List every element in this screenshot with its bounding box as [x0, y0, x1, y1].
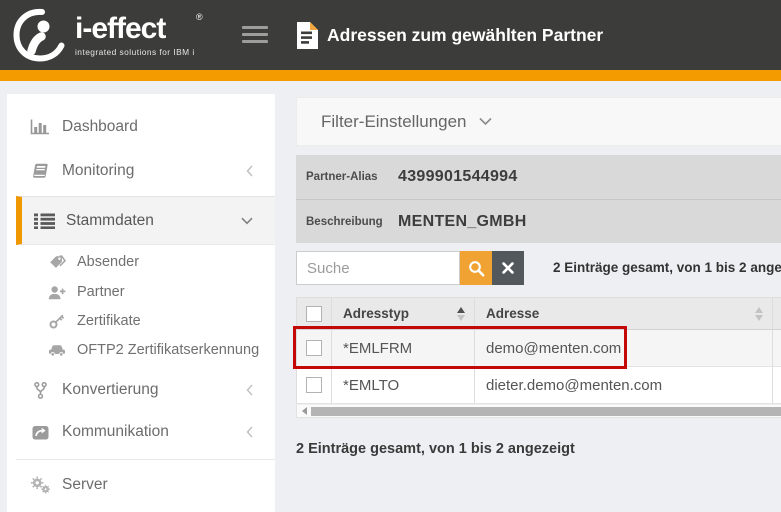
column-label: Adresstyp	[343, 306, 409, 321]
column-header-extra	[773, 298, 781, 329]
sidebar-item-kommunikation[interactable]: Kommunikation	[7, 417, 275, 447]
results-summary-top: 2 Einträge gesamt, von 1 bis 2 angezeigt	[553, 260, 781, 275]
chevron-left-icon	[246, 165, 253, 177]
adresstyp-cell: *EMLTO	[332, 367, 475, 403]
tags-icon	[48, 255, 66, 270]
key-icon	[48, 313, 66, 329]
beschreibung-row: Beschreibung MENTEN_GMBH	[296, 199, 781, 243]
close-icon	[502, 262, 514, 274]
sidebar-item-dashboard[interactable]: Dashboard	[7, 112, 275, 142]
scrollbar-thumb[interactable]	[311, 407, 781, 416]
i-effect-logo-mark	[12, 7, 66, 63]
sidebar-item-monitoring[interactable]: Monitoring	[7, 156, 275, 186]
column-header-adresse[interactable]: Adresse	[475, 298, 773, 329]
sidebar-item-zertifikate[interactable]: Zertifikate	[7, 307, 275, 335]
sidebar-item-label: Kommunikation	[62, 423, 169, 441]
sidebar-divider	[16, 459, 275, 460]
i-effect-logo[interactable]: i-effect ® integrated solutions for IBM …	[12, 7, 205, 63]
list-icon	[32, 213, 56, 229]
table-row[interactable]: *EMLFRM demo@menten.com	[297, 330, 781, 367]
partner-info-panel: Partner-Alias 4399901544994 Beschreibung…	[296, 155, 781, 243]
partner-alias-row: Partner-Alias 4399901544994	[296, 155, 781, 199]
scrollbar-left-arrow-icon[interactable]	[297, 407, 311, 415]
chevron-down-icon	[479, 117, 492, 126]
sidebar-item-label: Partner	[77, 284, 125, 300]
sort-asc-icon	[457, 307, 465, 321]
row-checkbox[interactable]	[306, 340, 322, 356]
row-select-cell	[297, 367, 332, 403]
bar-chart-icon	[28, 119, 52, 135]
registered-mark: ®	[196, 12, 203, 22]
row-select-cell	[297, 330, 332, 366]
row-checkbox[interactable]	[306, 377, 322, 393]
sidebar-item-label: Dashboard	[62, 118, 138, 136]
book-icon	[28, 163, 52, 179]
sidebar-item-stammdaten[interactable]: Stammdaten	[16, 196, 275, 245]
brand-name: i-effect	[75, 14, 195, 44]
partner-alias-label: Partner-Alias	[306, 171, 398, 183]
column-label: Adresse	[486, 306, 539, 321]
sidebar-item-absender[interactable]: Absender	[7, 248, 275, 276]
logo-text: i-effect ® integrated solutions for IBM …	[75, 14, 205, 57]
adresse-cell: demo@menten.com	[475, 330, 773, 366]
accent-bar	[0, 70, 781, 81]
filter-settings-toggle[interactable]: Filter-Einstellungen	[296, 97, 781, 146]
user-plus-icon	[48, 285, 66, 300]
table-row[interactable]: *EMLTO dieter.demo@menten.com	[297, 367, 781, 404]
results-summary-bottom: 2 Einträge gesamt, von 1 bis 2 angezeigt	[296, 441, 575, 457]
sidebar-item-konvertierung[interactable]: Konvertierung	[7, 375, 275, 405]
beschreibung-label: Beschreibung	[306, 216, 398, 228]
clear-search-button[interactable]	[492, 251, 524, 285]
horizontal-scrollbar[interactable]	[296, 405, 781, 418]
adresse-cell: dieter.demo@menten.com	[475, 367, 773, 403]
sidebar-item-label: Monitoring	[62, 162, 134, 180]
search-button[interactable]	[460, 251, 492, 285]
page-title: Adressen zum gewählten Partner	[327, 0, 603, 70]
filter-settings-label: Filter-Einstellungen	[321, 112, 467, 132]
sidebar-item-label: Server	[62, 476, 108, 494]
sidebar-item-label: OFTP2 Zertifikatserkennung	[77, 342, 259, 358]
column-header-adresstyp[interactable]: Adresstyp	[332, 298, 475, 329]
select-all-checkbox[interactable]	[306, 306, 322, 322]
table-header-select-cell	[297, 298, 332, 329]
hamburger-menu-icon[interactable]	[242, 26, 268, 44]
chevron-down-icon	[241, 217, 253, 225]
sidebar-item-partner[interactable]: Partner	[7, 278, 275, 306]
beschreibung-value: MENTEN_GMBH	[398, 213, 527, 231]
gears-icon	[28, 476, 52, 494]
sidebar-item-label: Absender	[77, 254, 139, 270]
chevron-left-icon	[246, 426, 253, 438]
partner-alias-value: 4399901544994	[398, 168, 518, 186]
document-icon	[296, 21, 319, 50]
sidebar-item-label: Konvertierung	[62, 381, 159, 399]
app-window: i-effect ® integrated solutions for IBM …	[0, 0, 781, 512]
chevron-left-icon	[246, 384, 253, 396]
app-header: i-effect ® integrated solutions for IBM …	[0, 0, 781, 70]
search-icon	[468, 260, 485, 277]
table-header-row: Adresstyp Adresse	[297, 298, 781, 330]
code-fork-icon	[28, 382, 52, 399]
search-input[interactable]	[296, 251, 460, 285]
sidebar-item-oftp2-zertifikatserkennung[interactable]: OFTP2 Zertifikatserkennung	[7, 336, 275, 364]
sort-icon	[755, 307, 763, 321]
extra-cell	[773, 330, 781, 366]
addresses-table: Adresstyp Adresse *EMLFRM demo@menten.co…	[296, 297, 781, 404]
extra-cell	[773, 367, 781, 403]
sidebar-item-server[interactable]: Server	[7, 470, 275, 500]
sidebar-item-label: Zertifikate	[77, 313, 141, 329]
car-icon	[48, 343, 66, 357]
sidebar-item-label: Stammdaten	[66, 212, 154, 230]
brand-tagline: integrated solutions for IBM i	[75, 47, 195, 57]
sidebar: Dashboard Monitoring	[7, 94, 275, 512]
adresstyp-cell: *EMLFRM	[332, 330, 475, 366]
share-icon	[28, 425, 52, 440]
